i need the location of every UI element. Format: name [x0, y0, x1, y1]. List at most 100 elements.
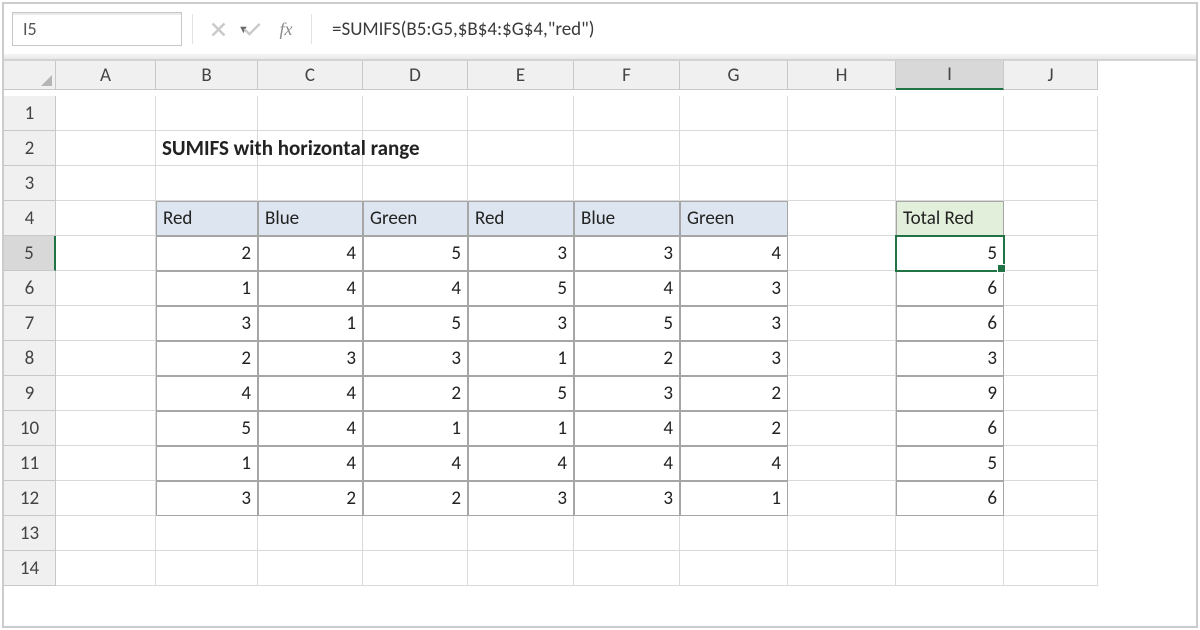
table-cell[interactable]: 3 [468, 306, 574, 341]
table-cell[interactable]: 3 [468, 236, 574, 271]
table-cell[interactable]: 4 [574, 271, 680, 306]
table-cell[interactable]: 1 [156, 446, 258, 481]
cell-H13[interactable] [788, 516, 896, 551]
cell-H3[interactable] [788, 166, 896, 201]
table-cell[interactable]: 4 [574, 411, 680, 446]
table-cell[interactable]: 3 [156, 306, 258, 341]
table-cell[interactable]: 3 [468, 481, 574, 516]
cell-J12[interactable] [1004, 481, 1098, 516]
cell-A1[interactable] [56, 96, 156, 131]
table-cell[interactable]: 5 [156, 411, 258, 446]
table-cell[interactable]: 4 [680, 236, 788, 271]
column-header-B[interactable]: B [156, 61, 258, 90]
cell-H12[interactable] [788, 481, 896, 516]
table-cell[interactable]: 3 [680, 306, 788, 341]
cell-F3[interactable] [574, 166, 680, 201]
table-cell[interactable]: 3 [574, 376, 680, 411]
cell-H5[interactable] [788, 236, 896, 271]
cell-A6[interactable] [56, 271, 156, 306]
cell-J2[interactable] [1004, 131, 1098, 166]
cell-J6[interactable] [1004, 271, 1098, 306]
cell-I3[interactable] [896, 166, 1004, 201]
row-header-12[interactable]: 12 [4, 481, 56, 516]
row-header-3[interactable]: 3 [4, 166, 56, 201]
insert-function-icon[interactable]: fx [271, 13, 301, 45]
row-header-11[interactable]: 11 [4, 446, 56, 481]
table-cell[interactable]: 5 [468, 271, 574, 306]
cell-J1[interactable] [1004, 96, 1098, 131]
row-header-10[interactable]: 10 [4, 411, 56, 446]
enter-icon[interactable] [237, 13, 267, 45]
column-header-E[interactable]: E [468, 61, 574, 90]
cell-J8[interactable] [1004, 341, 1098, 376]
cell-E3[interactable] [468, 166, 574, 201]
table-cell[interactable]: 4 [574, 446, 680, 481]
cell-J13[interactable] [1004, 516, 1098, 551]
cell-E14[interactable] [468, 551, 574, 586]
cell-H9[interactable] [788, 376, 896, 411]
cell-A8[interactable] [56, 341, 156, 376]
cell-C3[interactable] [258, 166, 363, 201]
cell-B3[interactable] [156, 166, 258, 201]
table-cell[interactable]: 3 [574, 481, 680, 516]
table-cell[interactable]: 5 [468, 376, 574, 411]
cell-J7[interactable] [1004, 306, 1098, 341]
cell-H2[interactable] [788, 131, 896, 166]
table-cell[interactable]: 3 [363, 341, 468, 376]
cell-H14[interactable] [788, 551, 896, 586]
cell-F13[interactable] [574, 516, 680, 551]
table-cell[interactable]: 4 [156, 376, 258, 411]
cell-D3[interactable] [363, 166, 468, 201]
table-cell[interactable]: 2 [574, 341, 680, 376]
cell-H11[interactable] [788, 446, 896, 481]
cell-C13[interactable] [258, 516, 363, 551]
cell-A10[interactable] [56, 411, 156, 446]
row-header-5[interactable]: 5 [4, 236, 56, 271]
cell-B14[interactable] [156, 551, 258, 586]
row-header-2[interactable]: 2 [4, 131, 56, 166]
spreadsheet-grid[interactable]: ABCDEFGHIJ12SUMIFS with horizontal range… [4, 60, 1196, 586]
total-cell[interactable]: 3 [896, 341, 1004, 376]
cancel-icon[interactable] [203, 13, 233, 45]
cell-J9[interactable] [1004, 376, 1098, 411]
table-cell[interactable]: 4 [680, 446, 788, 481]
row-header-1[interactable]: 1 [4, 96, 56, 131]
table-cell[interactable]: 3 [258, 341, 363, 376]
table-cell[interactable]: 2 [680, 376, 788, 411]
table-cell[interactable]: 2 [156, 236, 258, 271]
cell-F14[interactable] [574, 551, 680, 586]
table-cell[interactable]: 4 [258, 411, 363, 446]
table-cell[interactable]: 3 [574, 236, 680, 271]
cell-G2[interactable] [680, 131, 788, 166]
total-cell[interactable]: 5 [896, 236, 1004, 271]
cell-J10[interactable] [1004, 411, 1098, 446]
table-cell[interactable]: 1 [258, 306, 363, 341]
cell-A3[interactable] [56, 166, 156, 201]
cell-G3[interactable] [680, 166, 788, 201]
row-header-6[interactable]: 6 [4, 271, 56, 306]
cell-J11[interactable] [1004, 446, 1098, 481]
row-header-7[interactable]: 7 [4, 306, 56, 341]
table-cell[interactable]: 4 [258, 236, 363, 271]
row-header-9[interactable]: 9 [4, 376, 56, 411]
table-cell[interactable]: 5 [574, 306, 680, 341]
column-header-J[interactable]: J [1004, 61, 1098, 90]
cell-G13[interactable] [680, 516, 788, 551]
table-cell[interactable]: 4 [468, 446, 574, 481]
cell-I13[interactable] [896, 516, 1004, 551]
total-cell[interactable]: 6 [896, 271, 1004, 306]
cell-D1[interactable] [363, 96, 468, 131]
cell-A13[interactable] [56, 516, 156, 551]
table-cell[interactable]: 2 [680, 411, 788, 446]
cell-I1[interactable] [896, 96, 1004, 131]
name-box[interactable]: ▼ [12, 12, 182, 46]
table-cell[interactable]: 4 [258, 446, 363, 481]
cell-I2[interactable] [896, 131, 1004, 166]
table-cell[interactable]: 1 [680, 481, 788, 516]
cell-J4[interactable] [1004, 201, 1098, 236]
cell-A12[interactable] [56, 481, 156, 516]
row-header-13[interactable]: 13 [4, 516, 56, 551]
total-cell[interactable]: 6 [896, 411, 1004, 446]
cell-C14[interactable] [258, 551, 363, 586]
cell-J14[interactable] [1004, 551, 1098, 586]
